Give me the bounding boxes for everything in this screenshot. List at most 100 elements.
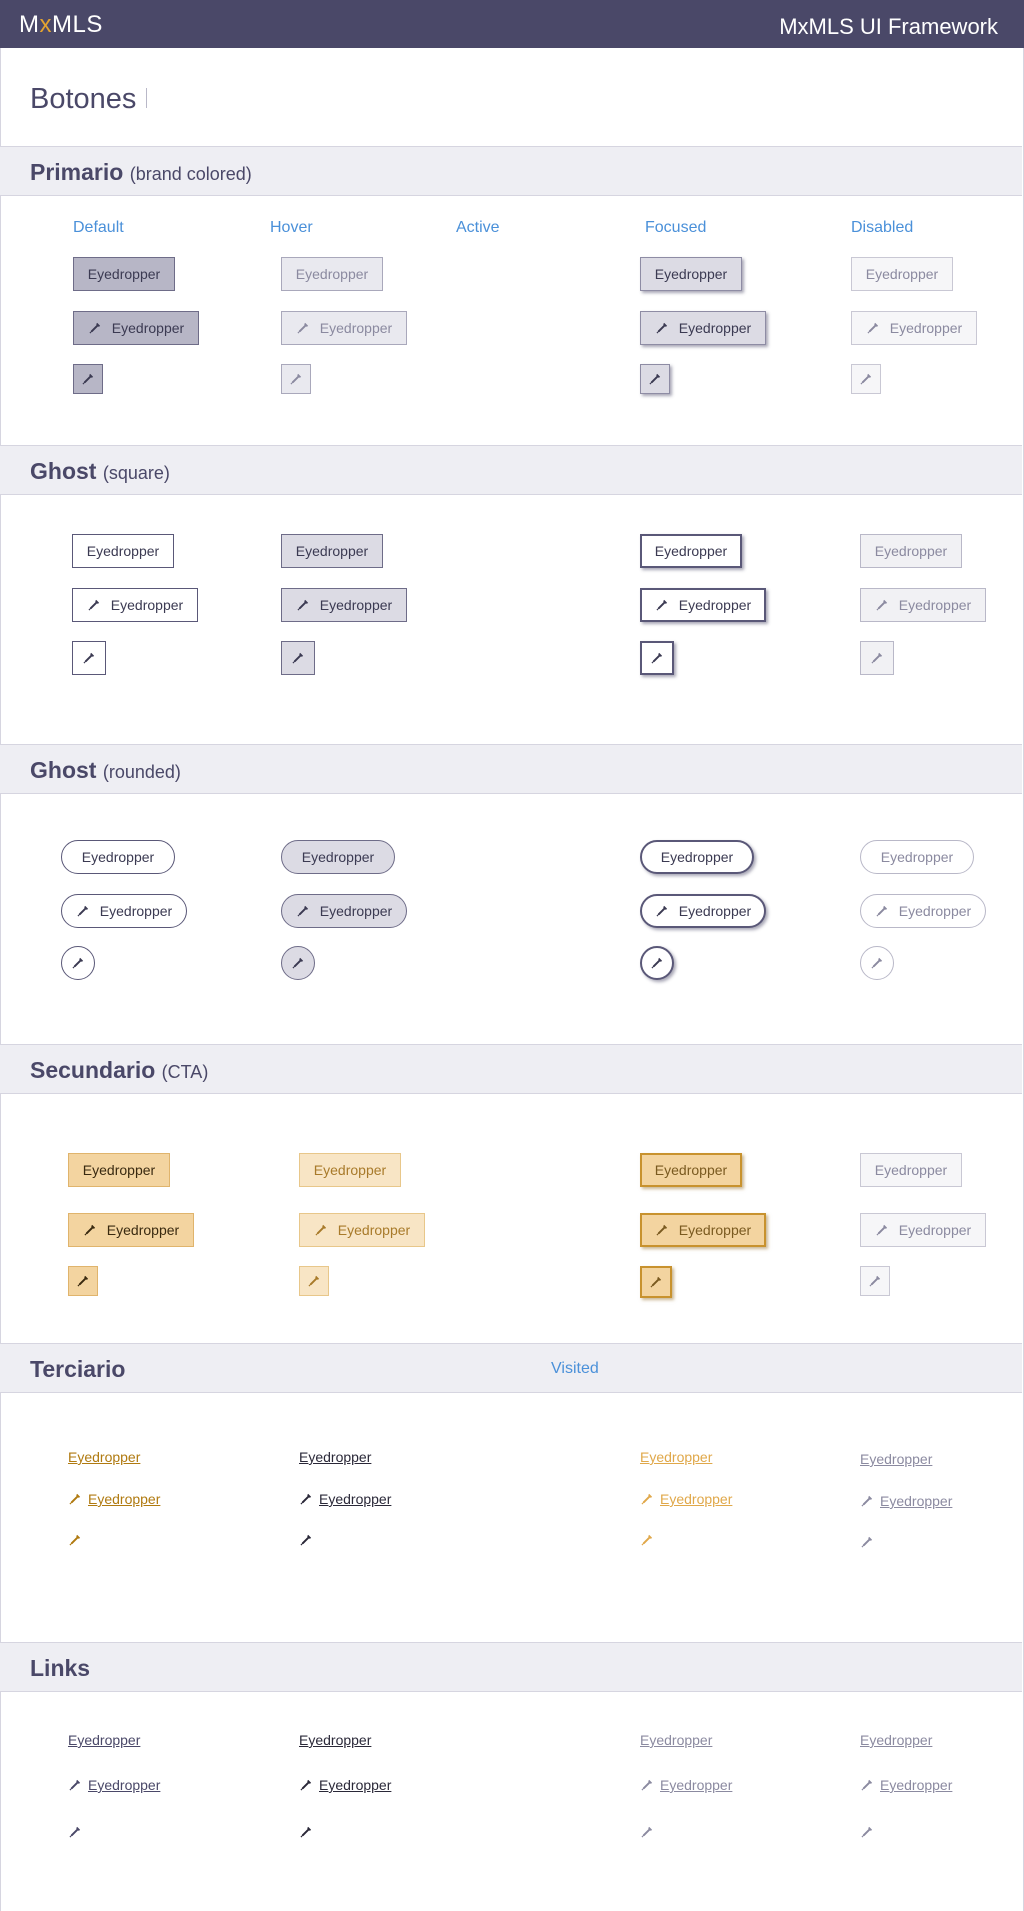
link-default[interactable]: Eyedropper	[68, 1732, 140, 1748]
tertiary-icon-only-button-hover[interactable]	[299, 1533, 313, 1547]
eyedropper-icon	[650, 651, 664, 665]
primary-button-default[interactable]: Eyedropper	[73, 257, 175, 291]
secondary-icon-button-hover[interactable]: Eyedropper	[299, 1213, 425, 1247]
eyedropper-icon	[296, 598, 310, 612]
eyedropper-icon	[68, 1825, 82, 1839]
eyedropper-icon	[87, 598, 101, 612]
eyedropper-icon	[299, 1778, 313, 1792]
tertiary-icon-button-disabled: Eyedropper	[860, 1493, 952, 1509]
tertiary-icon-button-default[interactable]: Eyedropper	[68, 1491, 160, 1507]
eyedropper-icon	[870, 651, 884, 665]
ghost-icon-only-button-hover[interactable]	[281, 641, 315, 675]
icon-link-visited[interactable]: Eyedropper	[640, 1777, 732, 1793]
tertiary-icon-button-visited[interactable]: Eyedropper	[640, 1491, 732, 1507]
section-subtitle: (CTA)	[161, 1062, 209, 1082]
ghost-icon-button-hover[interactable]: Eyedropper	[281, 588, 407, 622]
icon-only-link-default[interactable]	[68, 1825, 82, 1839]
ghost-icon-only-button-default[interactable]	[72, 641, 106, 675]
primary-icon-only-button-hover[interactable]	[281, 364, 311, 394]
secondary-button-focused[interactable]: Eyedropper	[640, 1153, 742, 1187]
eyedropper-icon	[81, 372, 95, 386]
ghost-rounded-button-hover[interactable]: Eyedropper	[281, 840, 395, 874]
eyedropper-icon	[870, 956, 884, 970]
ghost-icon-button-focused[interactable]: Eyedropper	[640, 588, 766, 622]
secondary-icon-button-focused[interactable]: Eyedropper	[640, 1213, 766, 1247]
section-terciario: Terciario Visited	[0, 1343, 1022, 1393]
tertiary-button-visited[interactable]: Eyedropper	[640, 1449, 712, 1465]
primary-button-focused[interactable]: Eyedropper	[640, 257, 742, 291]
section-title: Ghost	[30, 458, 97, 484]
section-subtitle: (rounded)	[102, 762, 181, 782]
ghost-icon-only-button-focused[interactable]	[640, 641, 674, 675]
secondary-button-hover[interactable]: Eyedropper	[299, 1153, 401, 1187]
eyedropper-icon	[71, 956, 85, 970]
icon-link-hover[interactable]: Eyedropper	[299, 1777, 391, 1793]
secondary-icon-only-button-focused[interactable]	[640, 1266, 672, 1298]
icon-only-link-visited[interactable]	[640, 1825, 654, 1839]
ghost-rounded-button-default[interactable]: Eyedropper	[61, 840, 175, 874]
ghost-rounded-icon-button-hover[interactable]: Eyedropper	[281, 894, 407, 928]
primary-icon-button-default[interactable]: Eyedropper	[73, 311, 199, 345]
eyedropper-icon	[640, 1533, 654, 1547]
primary-icon-button-hover[interactable]: Eyedropper	[281, 311, 407, 345]
tertiary-button-default[interactable]: Eyedropper	[68, 1449, 140, 1465]
link-hover[interactable]: Eyedropper	[299, 1732, 371, 1748]
link-visited[interactable]: Eyedropper	[640, 1732, 712, 1748]
tertiary-icon-only-button-default[interactable]	[68, 1533, 82, 1547]
eyedropper-icon	[649, 1275, 663, 1289]
section-links: Links	[0, 1642, 1022, 1692]
ghost-rounded-icon-button-default[interactable]: Eyedropper	[61, 894, 187, 928]
icon-only-link-hover[interactable]	[299, 1825, 313, 1839]
ghost-circle-icon-button-default[interactable]	[61, 946, 95, 980]
secondary-icon-only-button-default[interactable]	[68, 1266, 98, 1296]
tertiary-button-hover[interactable]: Eyedropper	[299, 1449, 371, 1465]
eyedropper-icon	[299, 1533, 313, 1547]
primary-icon-button-focused[interactable]: Eyedropper	[640, 311, 766, 345]
state-label-active: Active	[456, 219, 500, 236]
tertiary-icon-button-hover[interactable]: Eyedropper	[299, 1491, 391, 1507]
eyedropper-icon	[860, 1778, 874, 1792]
eyedropper-icon	[860, 1535, 874, 1549]
eyedropper-icon	[866, 321, 880, 335]
eyedropper-icon	[640, 1778, 654, 1792]
state-label-focused: Focused	[645, 219, 707, 236]
eyedropper-icon	[314, 1223, 328, 1237]
secondary-icon-button-default[interactable]: Eyedropper	[68, 1213, 194, 1247]
eyedropper-icon	[88, 321, 102, 335]
eyedropper-icon	[875, 904, 889, 918]
state-label-default: Default	[73, 219, 124, 236]
eyedropper-icon	[655, 598, 669, 612]
brand-logo[interactable]: MxMLS	[19, 12, 103, 38]
ghost-button-disabled: Eyedropper	[860, 534, 962, 568]
ghost-button-focused[interactable]: Eyedropper	[640, 534, 742, 568]
secondary-icon-only-button-hover[interactable]	[299, 1266, 329, 1296]
ghost-icon-button-default[interactable]: Eyedropper	[72, 588, 198, 622]
primary-button-hover[interactable]: Eyedropper	[281, 257, 383, 291]
tertiary-button-disabled: Eyedropper	[860, 1451, 933, 1467]
primary-icon-button-disabled: Eyedropper	[851, 311, 977, 345]
primary-icon-only-button-default[interactable]	[73, 364, 103, 394]
framework-title: MxMLS UI Framework	[779, 14, 998, 39]
ghost-button-hover[interactable]: Eyedropper	[281, 534, 383, 568]
secondary-icon-only-button-disabled	[860, 1266, 890, 1296]
ghost-rounded-button-focused[interactable]: Eyedropper	[640, 840, 754, 874]
eyedropper-icon	[291, 956, 305, 970]
ghost-icon-only-button-disabled	[860, 641, 894, 675]
eyedropper-icon	[299, 1825, 313, 1839]
tertiary-icon-only-button-visited[interactable]	[640, 1533, 654, 1547]
section-subtitle: (square)	[102, 463, 170, 483]
state-label-visited: Visited	[551, 1360, 599, 1377]
section-secundario: Secundario (CTA)	[0, 1044, 1022, 1094]
primary-icon-only-button-focused[interactable]	[640, 364, 670, 394]
icon-only-link-disabled	[860, 1825, 874, 1839]
ghost-button-default[interactable]: Eyedropper	[72, 534, 174, 568]
ghost-rounded-icon-button-focused[interactable]: Eyedropper	[640, 894, 766, 928]
eyedropper-icon	[655, 1223, 669, 1237]
ghost-circle-icon-button-hover[interactable]	[281, 946, 315, 980]
icon-link-default[interactable]: Eyedropper	[68, 1777, 160, 1793]
ghost-circle-icon-button-focused[interactable]	[640, 946, 674, 980]
eyedropper-icon	[875, 598, 889, 612]
secondary-button-default[interactable]: Eyedropper	[68, 1153, 170, 1187]
eyedropper-icon	[296, 321, 310, 335]
eyedropper-icon	[68, 1492, 82, 1506]
